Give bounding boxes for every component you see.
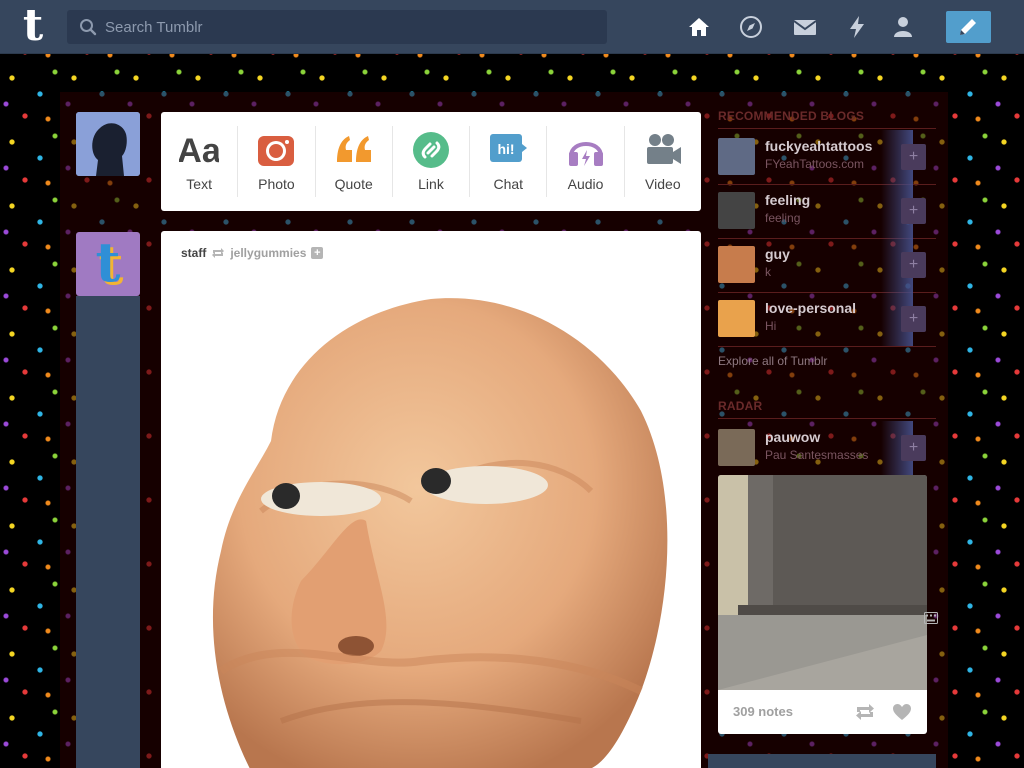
post-type-label: Quote bbox=[334, 176, 373, 192]
blog-name[interactable]: pauwow bbox=[765, 429, 820, 445]
divider bbox=[718, 128, 936, 129]
headphones-icon bbox=[568, 142, 603, 166]
compose-button[interactable] bbox=[946, 11, 991, 43]
recommended-blog[interactable]: guy k + bbox=[718, 238, 936, 292]
follow-plus-icon[interactable]: + bbox=[901, 198, 926, 224]
explore-icon[interactable] bbox=[739, 15, 763, 39]
search-box[interactable] bbox=[67, 10, 607, 44]
search-input[interactable] bbox=[105, 10, 595, 44]
follow-plus-icon[interactable]: + bbox=[311, 247, 324, 259]
post-photo[interactable] bbox=[161, 271, 701, 768]
blog-avatar bbox=[718, 429, 755, 466]
post-author-rail bbox=[76, 296, 140, 768]
radar-heading: RADAR bbox=[718, 399, 763, 413]
recommended-blog[interactable]: love-personal Hi + bbox=[718, 292, 936, 346]
radar-blog[interactable]: pauwow Pau Santesmasses + bbox=[718, 421, 936, 475]
blog-avatar bbox=[718, 246, 755, 283]
recommended-blog[interactable]: fuckyeahtattoos FYeahTattoos.com + bbox=[718, 130, 936, 184]
post-type-label: Video bbox=[645, 176, 681, 192]
blog-name[interactable]: fuckyeahtattoos bbox=[765, 138, 872, 154]
video-camera-icon bbox=[646, 134, 681, 164]
explore-link[interactable]: Explore all of Tumblr bbox=[718, 354, 827, 368]
follow-plus-icon[interactable]: + bbox=[901, 252, 926, 278]
radar-photo[interactable] bbox=[718, 475, 927, 690]
blog-description: k bbox=[765, 265, 771, 279]
sidebar: RECOMMENDED BLOGS fuckyeahtattoos FYeahT… bbox=[708, 92, 940, 768]
blog-description: Pau Santesmasses bbox=[765, 448, 869, 462]
post-video-button[interactable]: Video bbox=[625, 126, 701, 197]
sidebar-footer-bar bbox=[708, 754, 936, 768]
top-navigation-bar: t bbox=[0, 0, 1024, 54]
blog-name[interactable]: love-personal bbox=[765, 300, 856, 316]
heart-icon[interactable] bbox=[892, 703, 912, 721]
account-icon[interactable] bbox=[891, 15, 915, 39]
radar-post: 309 notes bbox=[718, 475, 927, 734]
blog-avatar bbox=[718, 138, 755, 175]
dashboard-post: staff jellygummies + bbox=[161, 231, 701, 768]
post-audio-button[interactable]: Audio bbox=[547, 126, 625, 197]
link-icon bbox=[412, 132, 449, 168]
post-type-label: Audio bbox=[567, 176, 604, 192]
divider bbox=[718, 346, 936, 347]
reblog-icon[interactable] bbox=[855, 704, 875, 720]
follow-plus-icon[interactable]: + bbox=[901, 435, 926, 461]
reblog-icon bbox=[212, 248, 225, 258]
post-type-label: Photo bbox=[258, 176, 295, 192]
svg-text:hi!: hi! bbox=[498, 141, 515, 157]
post-chat-button[interactable]: hi! Chat bbox=[470, 126, 548, 197]
staff-logo-icon: t bbox=[95, 230, 121, 294]
user-avatar[interactable] bbox=[76, 112, 140, 176]
recommended-blog[interactable]: feeling feeling + bbox=[718, 184, 936, 238]
blog-description: FYeahTattoos.com bbox=[765, 157, 864, 171]
svg-text:Aa: Aa bbox=[179, 132, 219, 170]
post-header: staff jellygummies + bbox=[181, 246, 324, 260]
follow-plus-icon[interactable]: + bbox=[901, 144, 926, 170]
silhouette-icon bbox=[76, 112, 140, 176]
post-type-label: Chat bbox=[493, 176, 524, 192]
mail-icon[interactable] bbox=[793, 15, 817, 39]
camera-icon bbox=[258, 136, 295, 166]
quote-icon bbox=[336, 136, 371, 162]
post-author-link[interactable]: staff bbox=[181, 246, 206, 260]
blog-description: feeling bbox=[765, 211, 801, 225]
post-link-button[interactable]: Link bbox=[393, 126, 471, 197]
blog-name[interactable]: guy bbox=[765, 246, 790, 262]
home-icon[interactable] bbox=[687, 15, 711, 39]
activity-icon[interactable] bbox=[845, 15, 869, 39]
search-icon bbox=[80, 19, 97, 36]
post-type-label: Link bbox=[418, 176, 444, 192]
reblogged-from-link[interactable]: jellygummies bbox=[230, 246, 306, 260]
post-type-bar: Aa Text Photo Quote Link hi! Chat Audio … bbox=[161, 112, 701, 211]
post-type-label: Text bbox=[186, 176, 212, 192]
text-icon: Aa bbox=[179, 132, 219, 170]
tumblr-logo[interactable]: t bbox=[16, 4, 50, 48]
staff-avatar[interactable]: t bbox=[76, 232, 140, 296]
blog-avatar bbox=[718, 192, 755, 229]
pencil-icon bbox=[960, 19, 976, 35]
post-text-button[interactable]: Aa Text bbox=[161, 126, 239, 197]
blog-description: Hi bbox=[765, 319, 777, 333]
chat-icon: hi! bbox=[490, 134, 528, 162]
follow-plus-icon[interactable]: + bbox=[901, 306, 926, 332]
keyboard-shortcut-icon[interactable] bbox=[924, 612, 938, 624]
blog-avatar bbox=[718, 300, 755, 337]
post-quote-button[interactable]: Quote bbox=[316, 126, 393, 197]
recommended-blogs-heading: RECOMMENDED BLOGS bbox=[718, 109, 865, 123]
divider bbox=[718, 418, 936, 419]
post-photo-button[interactable]: Photo bbox=[238, 126, 316, 197]
blog-name[interactable]: feeling bbox=[765, 192, 810, 208]
notes-count[interactable]: 309 notes bbox=[733, 704, 793, 719]
